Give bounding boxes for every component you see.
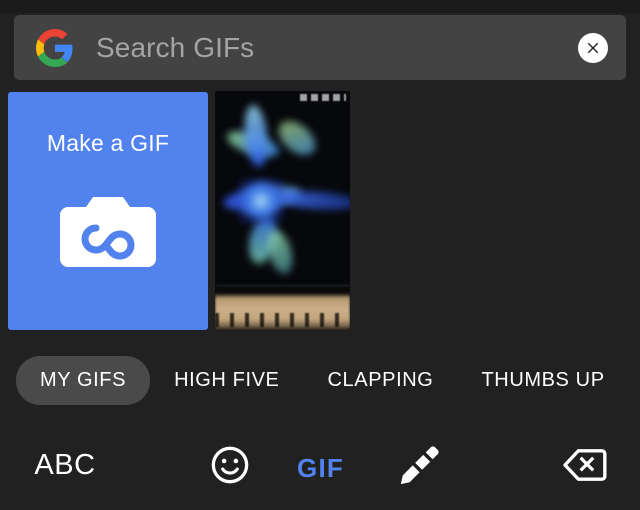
make-a-gif-label: Make a GIF — [46, 130, 170, 156]
chip-thumbs-up[interactable]: THUMBS UP — [457, 356, 628, 405]
close-icon — [584, 39, 602, 57]
chip-my-gifs[interactable]: MY GIFS — [16, 355, 151, 405]
chip-high-five[interactable]: HIGH FIVE — [150, 356, 303, 405]
gif-keyboard-panel: Make a GIF MY GIFS HI — [0, 0, 640, 510]
burst-core — [237, 178, 284, 225]
gif-results-grid: Make a GIF — [0, 88, 640, 338]
gif-label: GIF — [297, 452, 344, 483]
camera-infinity-icon — [58, 187, 158, 273]
category-chips-row[interactable]: MY GIFS HIGH FIVE CLAPPING THUMBS UP NO — [0, 340, 640, 420]
smiley-face-icon — [208, 443, 252, 487]
marker-pen-icon — [397, 442, 443, 488]
emoji-tab-button[interactable] — [185, 420, 275, 510]
keyboard-mode-toolbar: ABC GIF — [0, 420, 640, 510]
chip-no[interactable]: NO — [629, 356, 640, 405]
chip-clapping[interactable]: CLAPPING — [304, 356, 458, 405]
abc-keyboard-button[interactable]: ABC — [10, 420, 120, 510]
google-g-icon — [36, 28, 74, 67]
backspace-button[interactable] — [540, 420, 630, 510]
top-divider-strip — [0, 0, 640, 13]
search-input[interactable] — [74, 31, 578, 64]
clear-search-button[interactable] — [578, 32, 608, 63]
gif-tab-button[interactable]: GIF — [283, 420, 358, 510]
gif-thumbnail[interactable] — [215, 91, 350, 331]
make-a-gif-button[interactable]: Make a GIF — [8, 92, 208, 330]
thumbnail-status-bar — [300, 94, 346, 101]
backspace-icon — [562, 445, 608, 485]
marker-tool-button[interactable] — [375, 420, 465, 510]
thumbnail-keyboard-edge — [215, 313, 350, 327]
abc-label: ABC — [34, 448, 96, 481]
search-bar[interactable] — [14, 15, 626, 80]
